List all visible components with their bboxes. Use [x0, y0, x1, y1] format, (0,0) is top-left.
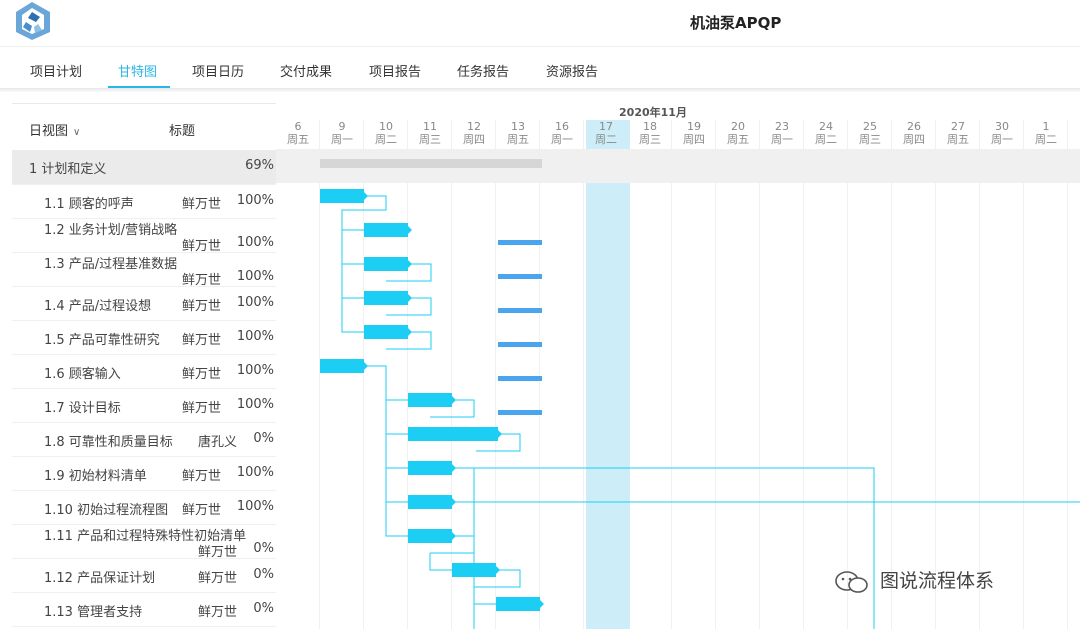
view-selector[interactable]: 日视图 ∨ — [29, 120, 80, 139]
task-row[interactable]: 1.11 产品和过程特殊特性初始清单 鲜万世 0% — [12, 525, 276, 560]
task-progress: 0% — [253, 567, 274, 582]
baseline-bar — [498, 274, 542, 279]
task-row-group[interactable]: 1 计划和定义 69% — [12, 150, 276, 185]
task-owner: 鲜万世 — [182, 239, 222, 254]
chevron-down-icon: ∨ — [73, 127, 81, 138]
baseline-bar — [498, 342, 542, 347]
tab-project-report[interactable]: 项目报告 — [369, 61, 421, 80]
watermark: 图说流程体系 — [836, 566, 994, 593]
task-progress: 100% — [236, 235, 274, 250]
task-owner: 鲜万世 — [182, 401, 222, 416]
task-row[interactable]: 1.13 管理者支持 鲜万世 0% — [12, 593, 276, 627]
task-bar[interactable] — [364, 223, 412, 237]
task-progress: 100% — [236, 269, 274, 284]
task-bar[interactable] — [408, 393, 456, 407]
tab-deliverables[interactable]: 交付成果 — [280, 61, 332, 80]
task-bar[interactable] — [320, 189, 368, 203]
task-name: 1.6 顾客输入 — [44, 367, 121, 382]
task-row[interactable]: 1.7 设计目标 鲜万世 100% — [12, 389, 276, 423]
tab-bar-shadow — [0, 88, 1080, 92]
tab-gantt[interactable]: 甘特图 — [118, 61, 157, 80]
baseline-bar — [498, 240, 542, 245]
task-progress: 100% — [236, 193, 274, 208]
tab-bar: 项目计划 甘特图 项目日历 交付成果 项目报告 任务报告 资源报告 — [0, 46, 1080, 89]
dependency-links — [341, 195, 1080, 629]
task-bar[interactable] — [408, 495, 456, 509]
task-progress: 0% — [253, 601, 274, 616]
task-name: 1.13 管理者支持 — [44, 605, 143, 620]
task-progress: 100% — [236, 295, 274, 310]
task-owner: 鲜万世 — [198, 545, 238, 560]
task-row[interactable]: 1.8 可靠性和质量目标 唐孔义 0% — [12, 423, 276, 457]
task-name: 1.9 初始材料清单 — [44, 469, 147, 484]
baseline-bar — [498, 410, 542, 415]
tab-resource-report[interactable]: 资源报告 — [546, 61, 598, 80]
tab-project-plan[interactable]: 项目计划 — [30, 61, 82, 80]
task-row[interactable]: 1.4 产品/过程设想 鲜万世 100% — [12, 287, 276, 321]
task-row[interactable]: 1.1 顾客的呼声 鲜万世 100% — [12, 185, 276, 219]
task-name: 1.12 产品保证计划 — [44, 571, 156, 586]
watermark-text: 图说流程体系 — [880, 570, 995, 592]
task-row[interactable]: 1.12 产品保证计划 鲜万世 0% — [12, 559, 276, 593]
app-title: 机油泵APQP — [690, 14, 782, 32]
task-row[interactable]: 1.5 产品可靠性研究 鲜万世 100% — [12, 321, 276, 355]
task-owner: 唐孔义 — [198, 435, 238, 450]
baseline-bar — [498, 376, 542, 381]
task-progress: 100% — [236, 363, 274, 378]
task-owner: 鲜万世 — [198, 605, 238, 620]
title-column-header: 标题 — [169, 124, 196, 139]
task-name: 1.3 产品/过程基准数据 — [44, 257, 178, 272]
tab-project-calendar[interactable]: 项目日历 — [192, 61, 244, 80]
task-progress: 100% — [236, 329, 274, 344]
app-header: 机油泵APQP — [0, 0, 1080, 46]
task-owner: 鲜万世 — [182, 367, 222, 382]
task-list-header: 日视图 ∨ 标题 — [12, 103, 276, 151]
task-list-panel: 日视图 ∨ 标题 1 计划和定义 69% 1.1 顾客的呼声 鲜万世 100% 1… — [12, 103, 276, 629]
task-owner: 鲜万世 — [182, 299, 222, 314]
task-bar[interactable] — [408, 461, 456, 475]
task-name: 1 计划和定义 — [29, 162, 107, 177]
task-bar[interactable] — [408, 427, 502, 441]
task-name: 1.2 业务计划/营销战略 — [44, 223, 178, 238]
task-owner: 鲜万世 — [182, 469, 222, 484]
task-bar[interactable] — [496, 597, 544, 611]
task-name: 1.5 产品可靠性研究 — [44, 333, 160, 348]
task-owner: 鲜万世 — [182, 273, 222, 288]
gantt-chart: 2020年11月 6 周五 9 周一 10 周二 11 周三 12 周四 13 周五 16 周一 17 周二 1… — [276, 103, 1080, 629]
task-progress: 0% — [253, 541, 274, 556]
app-logo-icon — [16, 2, 50, 40]
task-name: 1.10 初始过程流程图 — [44, 503, 169, 518]
task-progress: 100% — [236, 397, 274, 412]
view-selector-label: 日视图 — [29, 124, 69, 139]
task-bar[interactable] — [364, 291, 412, 305]
task-row[interactable]: 1.10 初始过程流程图 鲜万世 100% — [12, 491, 276, 525]
task-row[interactable]: 1.6 顾客输入 鲜万世 100% — [12, 355, 276, 389]
task-bar[interactable] — [452, 563, 500, 577]
task-progress: 100% — [236, 499, 274, 514]
task-progress: 100% — [236, 465, 274, 480]
task-owner: 鲜万世 — [182, 333, 222, 348]
task-name: 1.1 顾客的呼声 — [44, 197, 134, 212]
task-owner: 鲜万世 — [198, 571, 238, 586]
task-name: 1.4 产品/过程设想 — [44, 299, 152, 314]
task-progress: 69% — [245, 158, 274, 173]
task-owner: 鲜万世 — [182, 197, 222, 212]
task-name: 1.7 设计目标 — [44, 401, 121, 416]
task-row[interactable]: 1.2 业务计划/营销战略 鲜万世 100% — [12, 219, 276, 254]
task-progress: 0% — [253, 431, 274, 446]
tab-task-report[interactable]: 任务报告 — [457, 61, 509, 80]
task-bar[interactable] — [364, 325, 412, 339]
task-bar[interactable] — [320, 359, 368, 373]
task-name: 1.8 可靠性和质量目标 — [44, 435, 173, 450]
task-bar[interactable] — [408, 529, 456, 543]
task-owner: 鲜万世 — [182, 503, 222, 518]
task-row[interactable]: 1.9 初始材料清单 鲜万世 100% — [12, 457, 276, 491]
task-bar[interactable] — [364, 257, 412, 271]
baseline-bar — [498, 308, 542, 313]
task-row[interactable]: 1.3 产品/过程基准数据 鲜万世 100% — [12, 253, 276, 288]
